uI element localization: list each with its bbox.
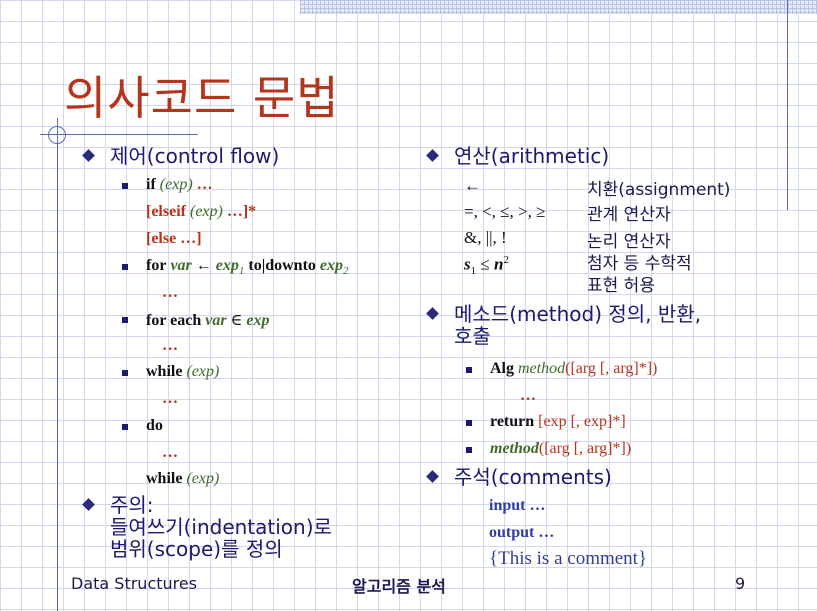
do-while-line: while (exp) [146,470,219,488]
return-keyword: return [490,413,535,430]
diamond-bullet-icon [82,498,95,511]
return-args: [exp [, exp]*] [538,413,626,430]
slide-title: 의사코드 문법 [64,71,340,125]
op-logical-desc: 논리 연산자 [587,232,671,252]
diamond-bullet-icon [426,470,439,483]
method-heading-2: 호출 [454,324,491,348]
top-pattern-bar [300,0,817,14]
do-keyword: do [146,417,163,434]
foreach-keyword: for each [146,312,202,329]
comment-example: {This is a comment} [489,548,648,569]
note-block: 주의: 들여쓰기(indentation)로 범위(scope)를 정의 [110,494,332,560]
op-math-desc-1: 첨자 등 수학적 [587,254,692,274]
while-keyword: while [146,363,183,380]
control-flow-heading: 제어(control flow) [110,144,280,168]
foreach-line: for each var ∈ exp [146,310,270,330]
op-relational-desc: 관계 연산자 [587,205,671,225]
footer-page-number: 9 [735,574,746,593]
elseif-exp: (exp) [189,203,223,220]
foreach-var: var [205,312,227,329]
for-to: to|downto [248,257,316,274]
arithmetic-heading: 연산(arithmetic) [454,144,610,168]
op-math-s: s [464,254,471,274]
diamond-bullet-icon [426,149,439,162]
op-math-desc-2: 표현 허용 [587,276,655,296]
method-heading: 메소드(method) 정의, 반환, 호출 [454,303,701,347]
do-while-keyword: while [146,470,183,487]
foreach-dots: … [162,337,178,354]
op-math-sup: 2 [503,254,509,266]
op-logical: &, ||, ! [464,228,507,247]
op-math-sub: 1 [470,265,477,278]
input-line: input … [489,497,546,514]
note-line-2: 들여쓰기(indentation)로 [110,515,332,539]
return-line: return [exp [, exp]*] [490,413,626,431]
op-math-desc: 첨자 등 수학적 표현 허용 [587,253,692,297]
crosshair-circle [48,126,66,144]
square-bullet-icon [122,317,128,323]
call-method: method [490,440,539,457]
call-args: ([arg [, arg]*]) [538,440,632,457]
for-sub1: 1 [238,265,245,278]
method-heading-1: 메소드(method) 정의, 반환, [454,302,702,326]
top-right-vertical-line [787,0,788,210]
for-line: for var ← exp1 to|downto exp2 [146,257,349,277]
op-math: s1 ≤ n2 [464,254,509,277]
for-exp1: exp [215,257,239,274]
while-dots: … [162,390,178,407]
op-relational: =, <, ≤, >, ≥ [464,202,546,221]
if-line: if (exp) … [146,176,213,194]
op-assign: ← [464,176,481,195]
left-vertical-line [57,118,58,611]
output-line: output … [489,524,555,541]
if-keyword: if [146,176,156,193]
diamond-bullet-icon [82,149,95,162]
for-arrow: ← [195,257,212,274]
while-line: while (exp) [146,363,219,381]
square-bullet-icon [122,424,128,430]
footer-course: Data Structures [71,574,198,593]
diamond-bullet-icon [426,307,439,320]
for-keyword: for [146,257,167,274]
call-line: method([arg [, arg]*]) [490,440,631,458]
square-bullet-icon [466,447,472,453]
while-exp: (exp) [186,363,220,380]
if-exp: (exp) [159,176,193,193]
alg-dots: … [520,387,536,404]
foreach-exp: exp [246,312,270,329]
note-line-1: 주의: [110,493,154,517]
comments-heading: 주석(comments) [454,465,612,489]
for-sub2: 2 [343,265,349,278]
square-bullet-icon [466,420,472,426]
for-exp2: exp [319,257,344,274]
else-line: [else …] [146,230,202,247]
foreach-in: ∈ [230,312,243,329]
square-bullet-icon [122,183,128,189]
alg-args: ([arg [, arg]*]) [565,360,658,377]
footer-topic: 알고리즘 분석 [352,577,446,596]
square-bullet-icon [122,264,128,270]
for-dots: … [162,284,178,301]
note-line-3: 범위(scope)를 정의 [110,537,283,561]
for-var: var [170,257,192,274]
elseif-close: …]* [226,203,257,220]
square-bullet-icon [466,367,472,373]
op-math-le: ≤ [480,254,490,274]
do-dots: … [162,444,178,461]
if-dots: … [196,176,213,193]
do-while-exp: (exp) [186,470,220,487]
alg-line: Alg method([arg [, arg]*]) [490,360,657,378]
square-bullet-icon [122,370,128,376]
alg-method: method [518,360,566,377]
op-assign-desc: 치환(assignment) [587,180,731,200]
elseif-line: [elseif (exp) …]* [146,203,256,221]
elseif-open: [elseif [146,203,186,220]
alg-keyword: Alg [490,360,514,377]
